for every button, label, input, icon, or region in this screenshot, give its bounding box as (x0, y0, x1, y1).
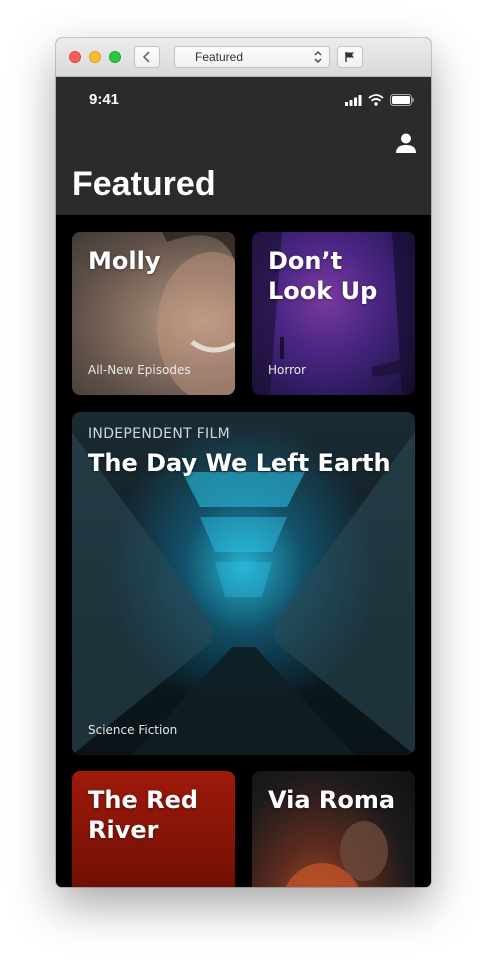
card-title: Molly (88, 247, 161, 275)
close-window-button[interactable] (69, 51, 81, 63)
card-dont-look-up[interactable]: Don’t Look Up Horror (252, 232, 415, 395)
scheme-select[interactable]: Featured (174, 46, 330, 68)
card-the-red-river[interactable]: The Red River (72, 771, 235, 887)
cellular-signal-icon (345, 94, 362, 106)
page-title: Featured (72, 165, 216, 203)
person-icon (396, 133, 416, 153)
minimize-window-button[interactable] (89, 51, 101, 63)
simulator-window: Featured 9:41 Featured Molly All-New Epi… (56, 38, 431, 887)
profile-button[interactable] (395, 132, 417, 158)
card-the-day-we-left-earth[interactable]: INDEPENDENT FILM The Day We Left Earth S… (72, 412, 415, 755)
card-title: The Day We Left Earth (88, 449, 391, 477)
flag-icon (345, 52, 354, 62)
status-icons (345, 94, 415, 106)
card-title: The Red River (88, 786, 199, 844)
flag-button[interactable] (337, 46, 363, 68)
battery-icon (390, 94, 414, 106)
status-time: 9:41 (89, 91, 120, 108)
back-button[interactable] (134, 46, 160, 68)
card-subtitle: Science Fiction (88, 723, 178, 737)
card-title: Don’t Look Up (268, 247, 378, 305)
card-subtitle: All-New Episodes (88, 363, 191, 377)
card-via-roma[interactable]: Via Roma (252, 771, 415, 887)
card-title: Via Roma (268, 786, 396, 814)
card-subtitle: Horror (268, 363, 307, 377)
card-molly[interactable]: Molly All-New Episodes (72, 232, 235, 395)
card-kicker: INDEPENDENT FILM (88, 426, 230, 442)
scheme-select-label: Featured (195, 50, 244, 64)
window-titlebar: Featured (56, 38, 431, 77)
app-screen: 9:41 Featured Molly All-New Episodes Don… (56, 77, 431, 887)
updown-chevron-icon (314, 51, 322, 63)
chevron-left-icon (142, 51, 150, 63)
wifi-icon (368, 94, 384, 106)
zoom-window-button[interactable] (109, 51, 121, 63)
navigation-bar: 9:41 Featured (56, 77, 431, 215)
